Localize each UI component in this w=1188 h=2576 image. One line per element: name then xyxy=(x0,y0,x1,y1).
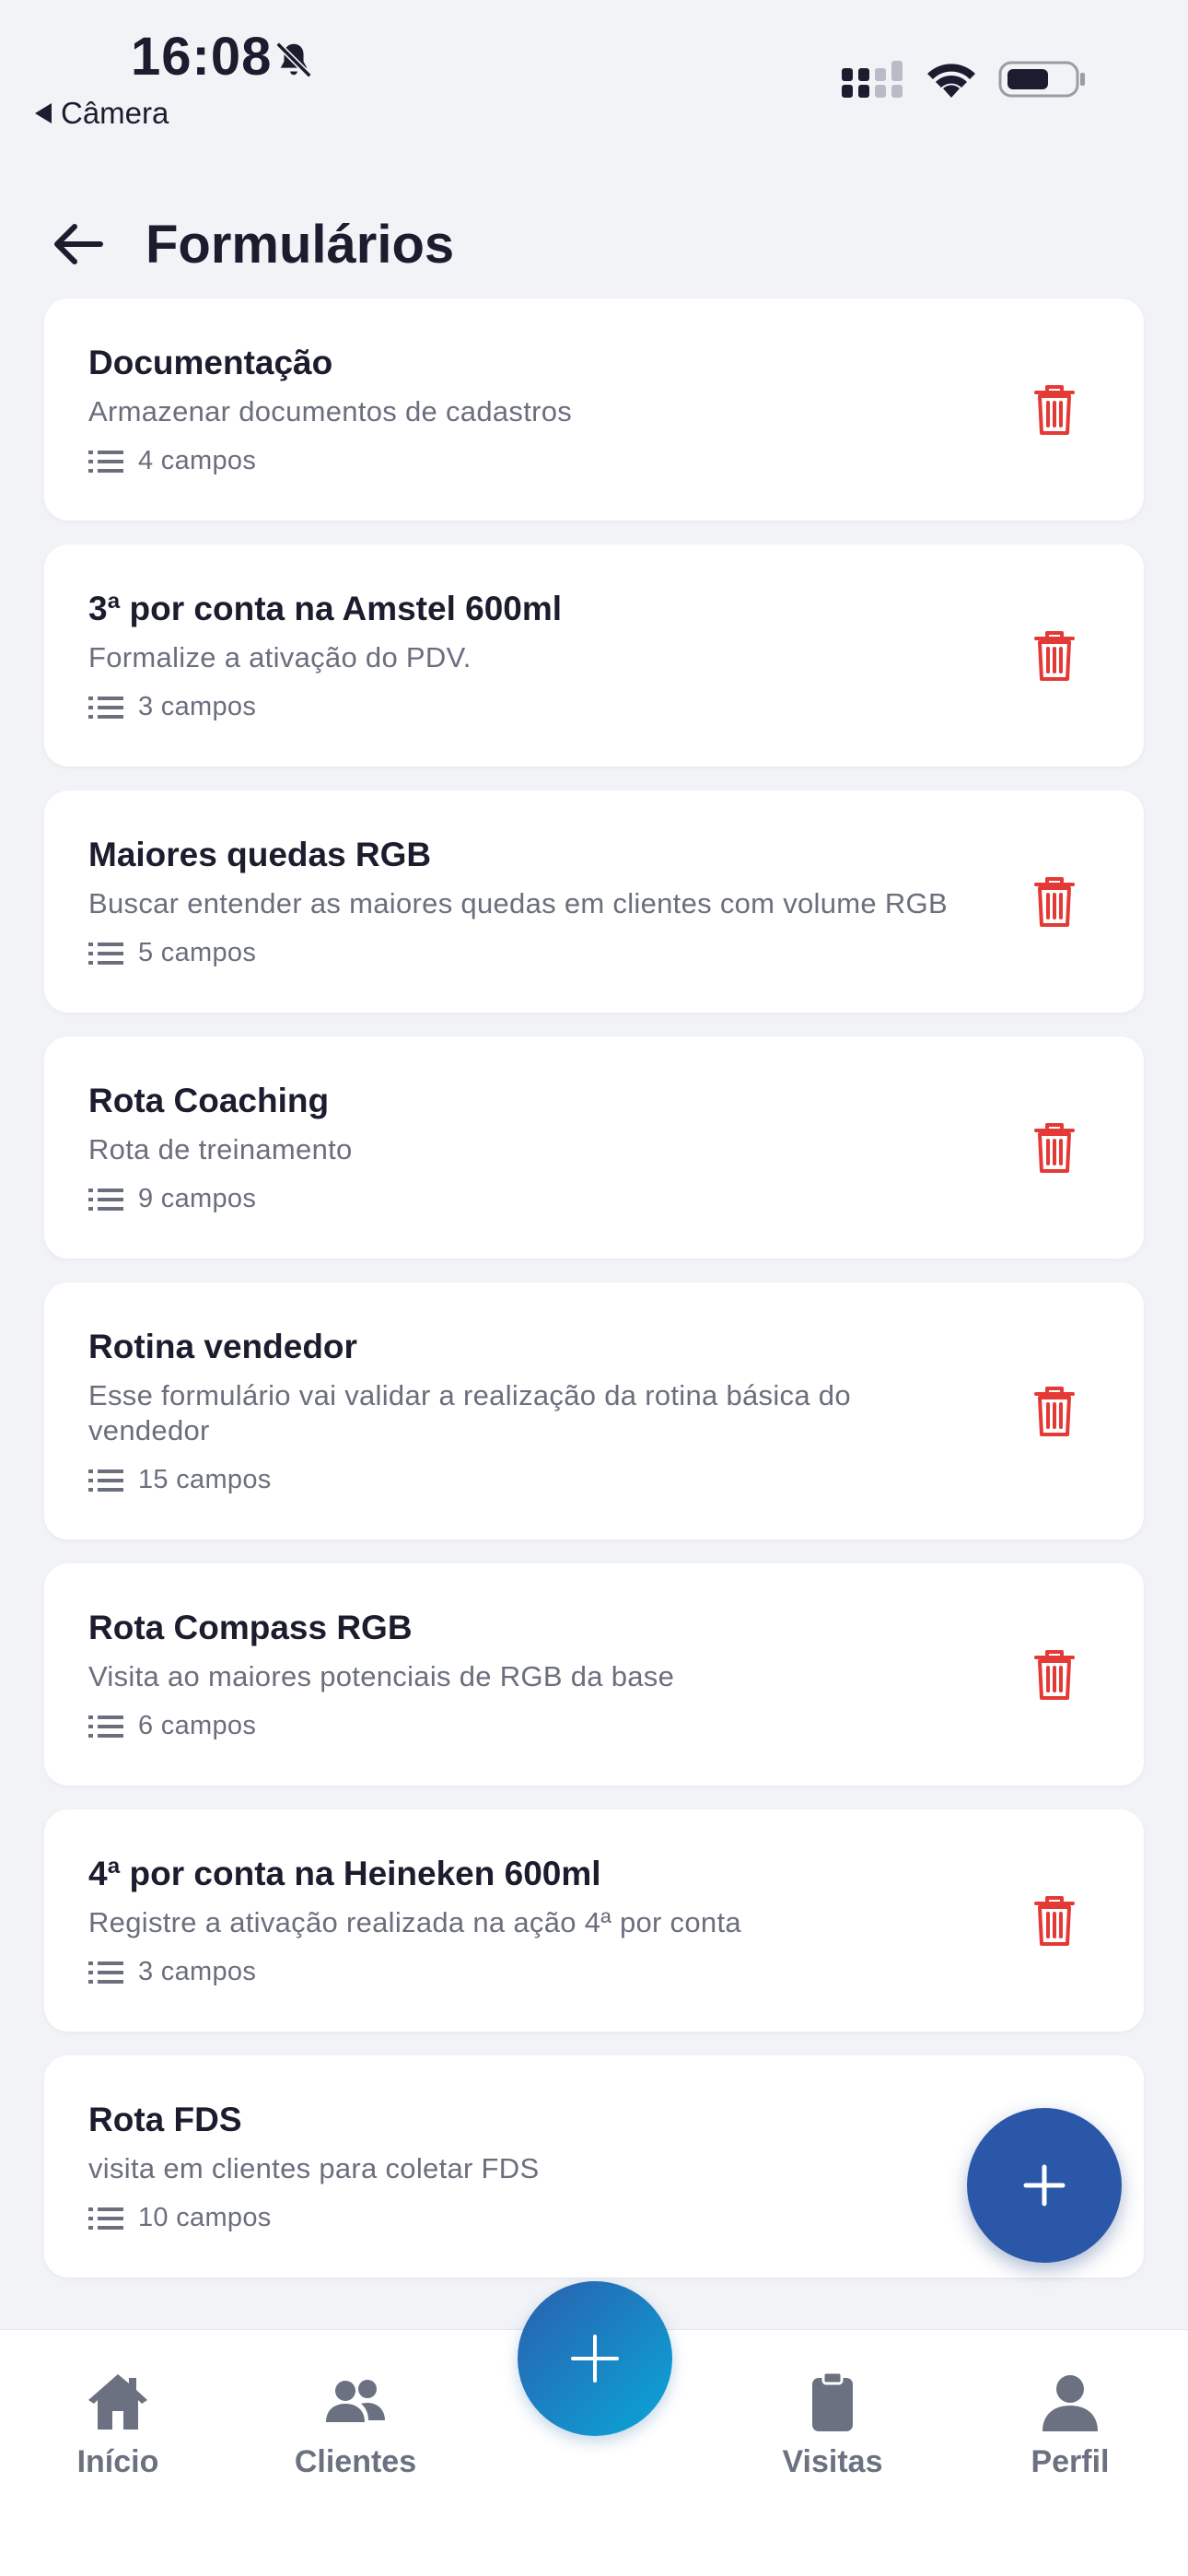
form-card[interactable]: 4ª por conta na Heineken 600ml Registre … xyxy=(44,1809,1144,2032)
add-form-button[interactable] xyxy=(967,2108,1122,2263)
form-fields-count: 15 campos xyxy=(88,1465,960,1495)
list-icon xyxy=(88,1188,123,1211)
trash-icon[interactable] xyxy=(1033,1386,1076,1437)
page-header: Formulários xyxy=(0,193,1188,295)
form-fields-count: 3 campos xyxy=(88,692,960,722)
form-description: Visita ao maiores potenciais de RGB da b… xyxy=(88,1660,675,1692)
nav-label-visits: Visitas xyxy=(782,2444,883,2479)
trash-icon[interactable] xyxy=(1033,1122,1076,1174)
form-title: 4ª por conta na Heineken 600ml xyxy=(88,1855,601,1892)
form-title: Rotina vendedor xyxy=(88,1328,357,1365)
form-title: Maiores quedas RGB xyxy=(88,836,432,873)
back-to-camera-link[interactable]: Câmera xyxy=(35,96,169,131)
nav-label-clients: Clientes xyxy=(294,2444,417,2479)
form-fields-count: 4 campos xyxy=(88,446,960,476)
page-title: Formulários xyxy=(146,215,455,275)
trash-icon[interactable] xyxy=(1033,1895,1076,1947)
form-card[interactable]: Rotina vendedor Esse formulário vai vali… xyxy=(44,1282,1144,1540)
cellular-signal-icon xyxy=(842,61,903,98)
back-triangle-icon xyxy=(35,103,52,123)
forms-list: Documentação Armazenar documentos de cad… xyxy=(44,299,1144,2301)
forms-screen: 16:08 Câmera Formulários Documentação Ar… xyxy=(0,0,1188,2576)
form-fields-count: 6 campos xyxy=(88,1711,960,1741)
battery-icon xyxy=(998,61,1085,98)
nav-item-home[interactable]: Início xyxy=(26,2369,210,2480)
form-description: Rota de treinamento xyxy=(88,1133,353,1165)
list-icon xyxy=(88,1961,123,1984)
form-title: Rota FDS xyxy=(88,2101,242,2138)
trash-icon[interactable] xyxy=(1033,876,1076,928)
form-fields-count: 9 campos xyxy=(88,1184,960,1214)
trash-icon[interactable] xyxy=(1033,630,1076,682)
back-button[interactable] xyxy=(46,212,111,276)
nav-label-profile: Perfil xyxy=(1031,2444,1110,2479)
nav-item-profile[interactable]: Perfil xyxy=(978,2369,1162,2480)
list-icon xyxy=(88,1469,123,1492)
form-description: visita em clientes para coletar FDS xyxy=(88,2152,540,2184)
wifi-icon xyxy=(927,64,975,98)
fields-count-label: 15 campos xyxy=(138,1465,272,1494)
user-icon xyxy=(1042,2375,1098,2431)
form-fields-count: 3 campos xyxy=(88,1957,960,1987)
list-icon xyxy=(88,696,123,719)
clipboard-icon xyxy=(812,2371,853,2431)
status-time: 16:08 xyxy=(131,27,273,87)
fields-count-label: 3 campos xyxy=(138,1957,257,1986)
silent-bell-icon xyxy=(275,41,312,78)
status-bar: 16:08 Câmera xyxy=(0,0,1188,147)
form-card[interactable]: Rota Compass RGB Visita ao maiores poten… xyxy=(44,1563,1144,1786)
center-add-button[interactable] xyxy=(518,2281,672,2436)
form-description: Armazenar documentos de cadastros xyxy=(88,395,573,427)
form-description: Registre a ativação realizada na ação 4ª… xyxy=(88,1906,741,1938)
fields-count-label: 6 campos xyxy=(138,1711,257,1740)
form-title: Rota Compass RGB xyxy=(88,1609,413,1646)
form-title: 3ª por conta na Amstel 600ml xyxy=(88,590,563,627)
form-title: Documentação xyxy=(88,344,333,381)
trash-icon[interactable] xyxy=(1033,1649,1076,1701)
back-app-label: Câmera xyxy=(61,96,169,130)
nav-item-visits[interactable]: Visitas xyxy=(740,2369,925,2480)
arrow-left-icon xyxy=(54,224,103,264)
fields-count-label: 4 campos xyxy=(138,446,257,475)
form-description: Formalize a ativação do PDV. xyxy=(88,641,472,673)
list-icon xyxy=(88,942,123,965)
form-card[interactable]: Maiores quedas RGB Buscar entender as ma… xyxy=(44,790,1144,1013)
home-icon xyxy=(88,2374,147,2430)
fields-count-label: 10 campos xyxy=(138,2203,272,2232)
users-icon xyxy=(326,2380,385,2422)
list-icon xyxy=(88,1715,123,1738)
list-icon xyxy=(88,450,123,473)
form-fields-count: 10 campos xyxy=(88,2203,960,2233)
nav-label-home: Início xyxy=(76,2444,159,2479)
form-title: Rota Coaching xyxy=(88,1082,330,1119)
nav-item-clients[interactable]: Clientes xyxy=(263,2369,448,2480)
trash-icon[interactable] xyxy=(1033,384,1076,436)
form-card[interactable]: 3ª por conta na Amstel 600ml Formalize a… xyxy=(44,544,1144,767)
fields-count-label: 5 campos xyxy=(138,938,257,967)
form-fields-count: 5 campos xyxy=(88,938,960,968)
form-description: Esse formulário vai validar a realização… xyxy=(88,1379,851,1446)
form-card[interactable]: Rota Coaching Rota de treinamento 9 camp… xyxy=(44,1036,1144,1259)
plus-icon xyxy=(1023,2164,1066,2207)
form-card[interactable]: Documentação Armazenar documentos de cad… xyxy=(44,299,1144,521)
fields-count-label: 9 campos xyxy=(138,1184,257,1213)
plus-icon xyxy=(571,2335,619,2383)
form-description: Buscar entender as maiores quedas em cli… xyxy=(88,887,948,919)
list-icon xyxy=(88,2207,123,2230)
fields-count-label: 3 campos xyxy=(138,692,257,721)
